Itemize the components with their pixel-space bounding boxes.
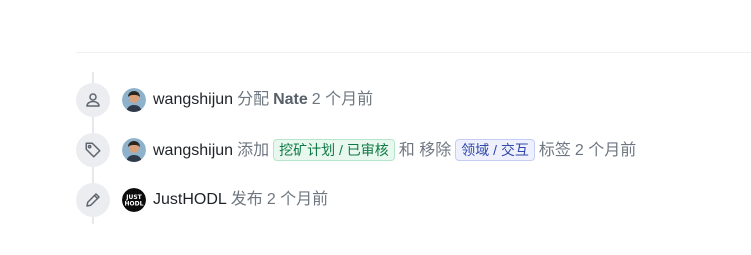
tag-icon [76, 133, 110, 167]
username-link[interactable]: wangshijun [153, 91, 233, 108]
timeline-event-labels: wangshijun 添加 挖矿计划 / 已审核和 移除 领域 / 交互 标签 2 个月前 [76, 133, 636, 167]
added-label-badge[interactable]: 挖矿计划 / 已审核 [273, 139, 395, 161]
action-text: 分配 [237, 91, 270, 108]
timestamp: 2 个月前 [311, 91, 374, 108]
avatar[interactable] [122, 138, 146, 162]
activity-timeline: wangshijun 分配 Nate 2 个月前 wangshijun 添加 挖矿计划 /… [0, 0, 751, 255]
divider [76, 52, 751, 53]
timeline-event-assign: wangshijun 分配 Nate 2 个月前 [76, 83, 373, 117]
user-icon [76, 83, 110, 117]
pencil-icon [76, 183, 110, 217]
username-link[interactable]: wangshijun [153, 142, 233, 159]
action-text: 发布 [230, 191, 263, 208]
action-text: 添加 [237, 142, 270, 159]
suffix-text: 标签 [538, 142, 571, 159]
timestamp: 2 个月前 [574, 142, 637, 159]
justhodl-avatar[interactable]: JUST HODL [122, 188, 146, 212]
conjunction-text: 和 移除 [398, 142, 452, 159]
svg-text:HODL: HODL [125, 201, 144, 208]
timestamp: 2 个月前 [266, 191, 329, 208]
avatar[interactable] [122, 88, 146, 112]
username-link[interactable]: JustHODL [153, 191, 227, 208]
assignee-name[interactable]: Nate [273, 91, 308, 108]
timeline-event-publish: JUST HODL JustHODL 发布 2 个月前 [76, 183, 328, 217]
removed-label-badge[interactable]: 领域 / 交互 [455, 139, 535, 161]
